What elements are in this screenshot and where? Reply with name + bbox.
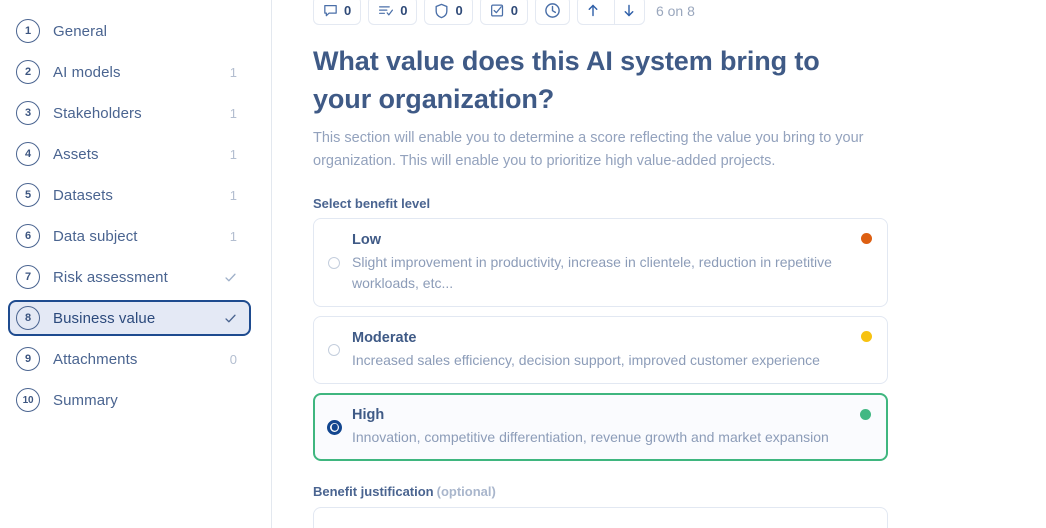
question-title: What value does this AI system bring to … [313,46,820,114]
sidebar-item-business-value[interactable]: 8 Business value [8,300,251,336]
sidebar-item-data-subject[interactable]: 6 Data subject 1 [8,218,251,254]
step-number-badge: 6 [16,224,40,248]
benefit-level-label: Select benefit level [313,196,431,211]
checklist-button[interactable]: 0 [479,0,528,25]
option-description: Innovation, competitive differentiation,… [352,429,829,445]
benefit-option-moderate[interactable]: Moderate Increased sales efficiency, dec… [313,316,888,384]
checklist-count: 0 [510,3,518,18]
option-title: Low [352,232,381,248]
clock-icon [544,2,561,19]
sidebar-item-summary[interactable]: 10 Summary [8,382,251,418]
question-nav-group [576,0,645,25]
next-question-button[interactable] [613,0,644,24]
step-number-badge: 2 [16,60,40,84]
sidebar-item-count: 1 [229,105,237,121]
sidebar-item-label: Data subject [53,227,138,245]
sidebar-item-general[interactable]: 1 General [8,13,251,49]
checkbox-icon [490,3,505,18]
step-number-badge: 8 [16,306,40,330]
comment-icon [323,3,338,18]
question-position-label: 6 on 8 [655,2,695,19]
sidebar-item-label: Business value [53,309,156,327]
benefit-justification-label-text: Benefit justification [313,484,434,499]
step-number-badge: 1 [16,19,40,43]
sidebar-item-label: Datasets [53,186,113,204]
tasks-button[interactable]: 0 [368,0,418,25]
sidebar-item-attachments[interactable]: 9 Attachments 0 [8,341,251,377]
history-button[interactable] [534,0,570,25]
sidebar-navigation: 1 General 2 AI models 1 3 Stakeholders 1… [0,0,272,528]
benefit-option-high[interactable]: High Innovation, competitive differentia… [313,393,888,461]
step-number-badge: 9 [16,347,40,371]
comments-button[interactable]: 0 [313,0,362,25]
tasks-count: 0 [400,3,408,18]
sidebar-item-label: Risk assessment [53,268,168,286]
optional-tag: (optional) [436,484,496,499]
sidebar-item-ai-models[interactable]: 2 AI models 1 [8,54,251,90]
radio-moderate[interactable] [328,344,340,356]
check-icon [224,312,237,325]
option-title: High [352,407,385,423]
sidebar-item-count: 1 [229,228,237,244]
risks-button[interactable]: 0 [424,0,473,25]
task-list-icon [378,3,394,18]
check-icon [224,271,237,284]
sidebar-item-list: 1 General 2 AI models 1 3 Stakeholders 1… [0,13,271,418]
sidebar-item-label: Summary [53,391,118,409]
step-number-badge: 5 [16,183,40,207]
sidebar-item-label: AI models [53,63,121,81]
benefit-level-options: Low Slight improvement in productivity, … [313,218,888,461]
sidebar-item-count: 0 [229,351,237,367]
sidebar-item-label: Stakeholders [53,104,142,122]
previous-question-button[interactable] [578,0,608,24]
radio-low[interactable] [328,256,340,269]
option-description: Slight improvement in productivity, incr… [352,254,832,291]
benefit-option-low[interactable]: Low Slight improvement in productivity, … [313,218,888,307]
severity-dot-low [861,233,872,244]
sidebar-item-risk-assessment[interactable]: 7 Risk assessment [8,259,251,295]
severity-dot-moderate [861,331,872,342]
benefit-justification-input[interactable] [313,507,888,528]
sidebar-item-label: Attachments [53,350,138,368]
sidebar-item-count: 1 [229,64,237,80]
severity-dot-high [860,409,871,420]
option-title: Moderate [352,330,417,346]
sidebar-item-label: General [53,22,108,40]
option-description: Increased sales efficiency, decision sup… [352,352,820,368]
step-number-badge: 3 [16,101,40,125]
question-description: This section will enable you to determin… [313,130,864,169]
main-content: 0 0 0 0 6 on 8 What value does this AI s… [272,0,1046,528]
shield-icon [434,3,449,19]
sidebar-item-count: 1 [229,187,237,203]
app-page: 1 General 2 AI models 1 3 Stakeholders 1… [0,0,1046,528]
step-number-badge: 10 [16,388,40,412]
sidebar-item-count: 1 [229,146,237,162]
radio-high[interactable] [327,419,342,435]
sidebar-item-label: Assets [53,145,99,163]
sidebar-item-assets[interactable]: 4 Assets 1 [8,136,251,172]
question-toolbar: 0 0 0 0 6 on 8 [313,0,1046,26]
step-number-badge: 7 [16,265,40,289]
risks-count: 0 [455,3,463,18]
benefit-justification-label: Benefit justification (optional) [313,484,1046,499]
sidebar-item-stakeholders[interactable]: 3 Stakeholders 1 [8,95,251,131]
comments-count: 0 [344,3,352,18]
sidebar-item-datasets[interactable]: 5 Datasets 1 [8,177,251,213]
step-number-badge: 4 [16,142,40,166]
